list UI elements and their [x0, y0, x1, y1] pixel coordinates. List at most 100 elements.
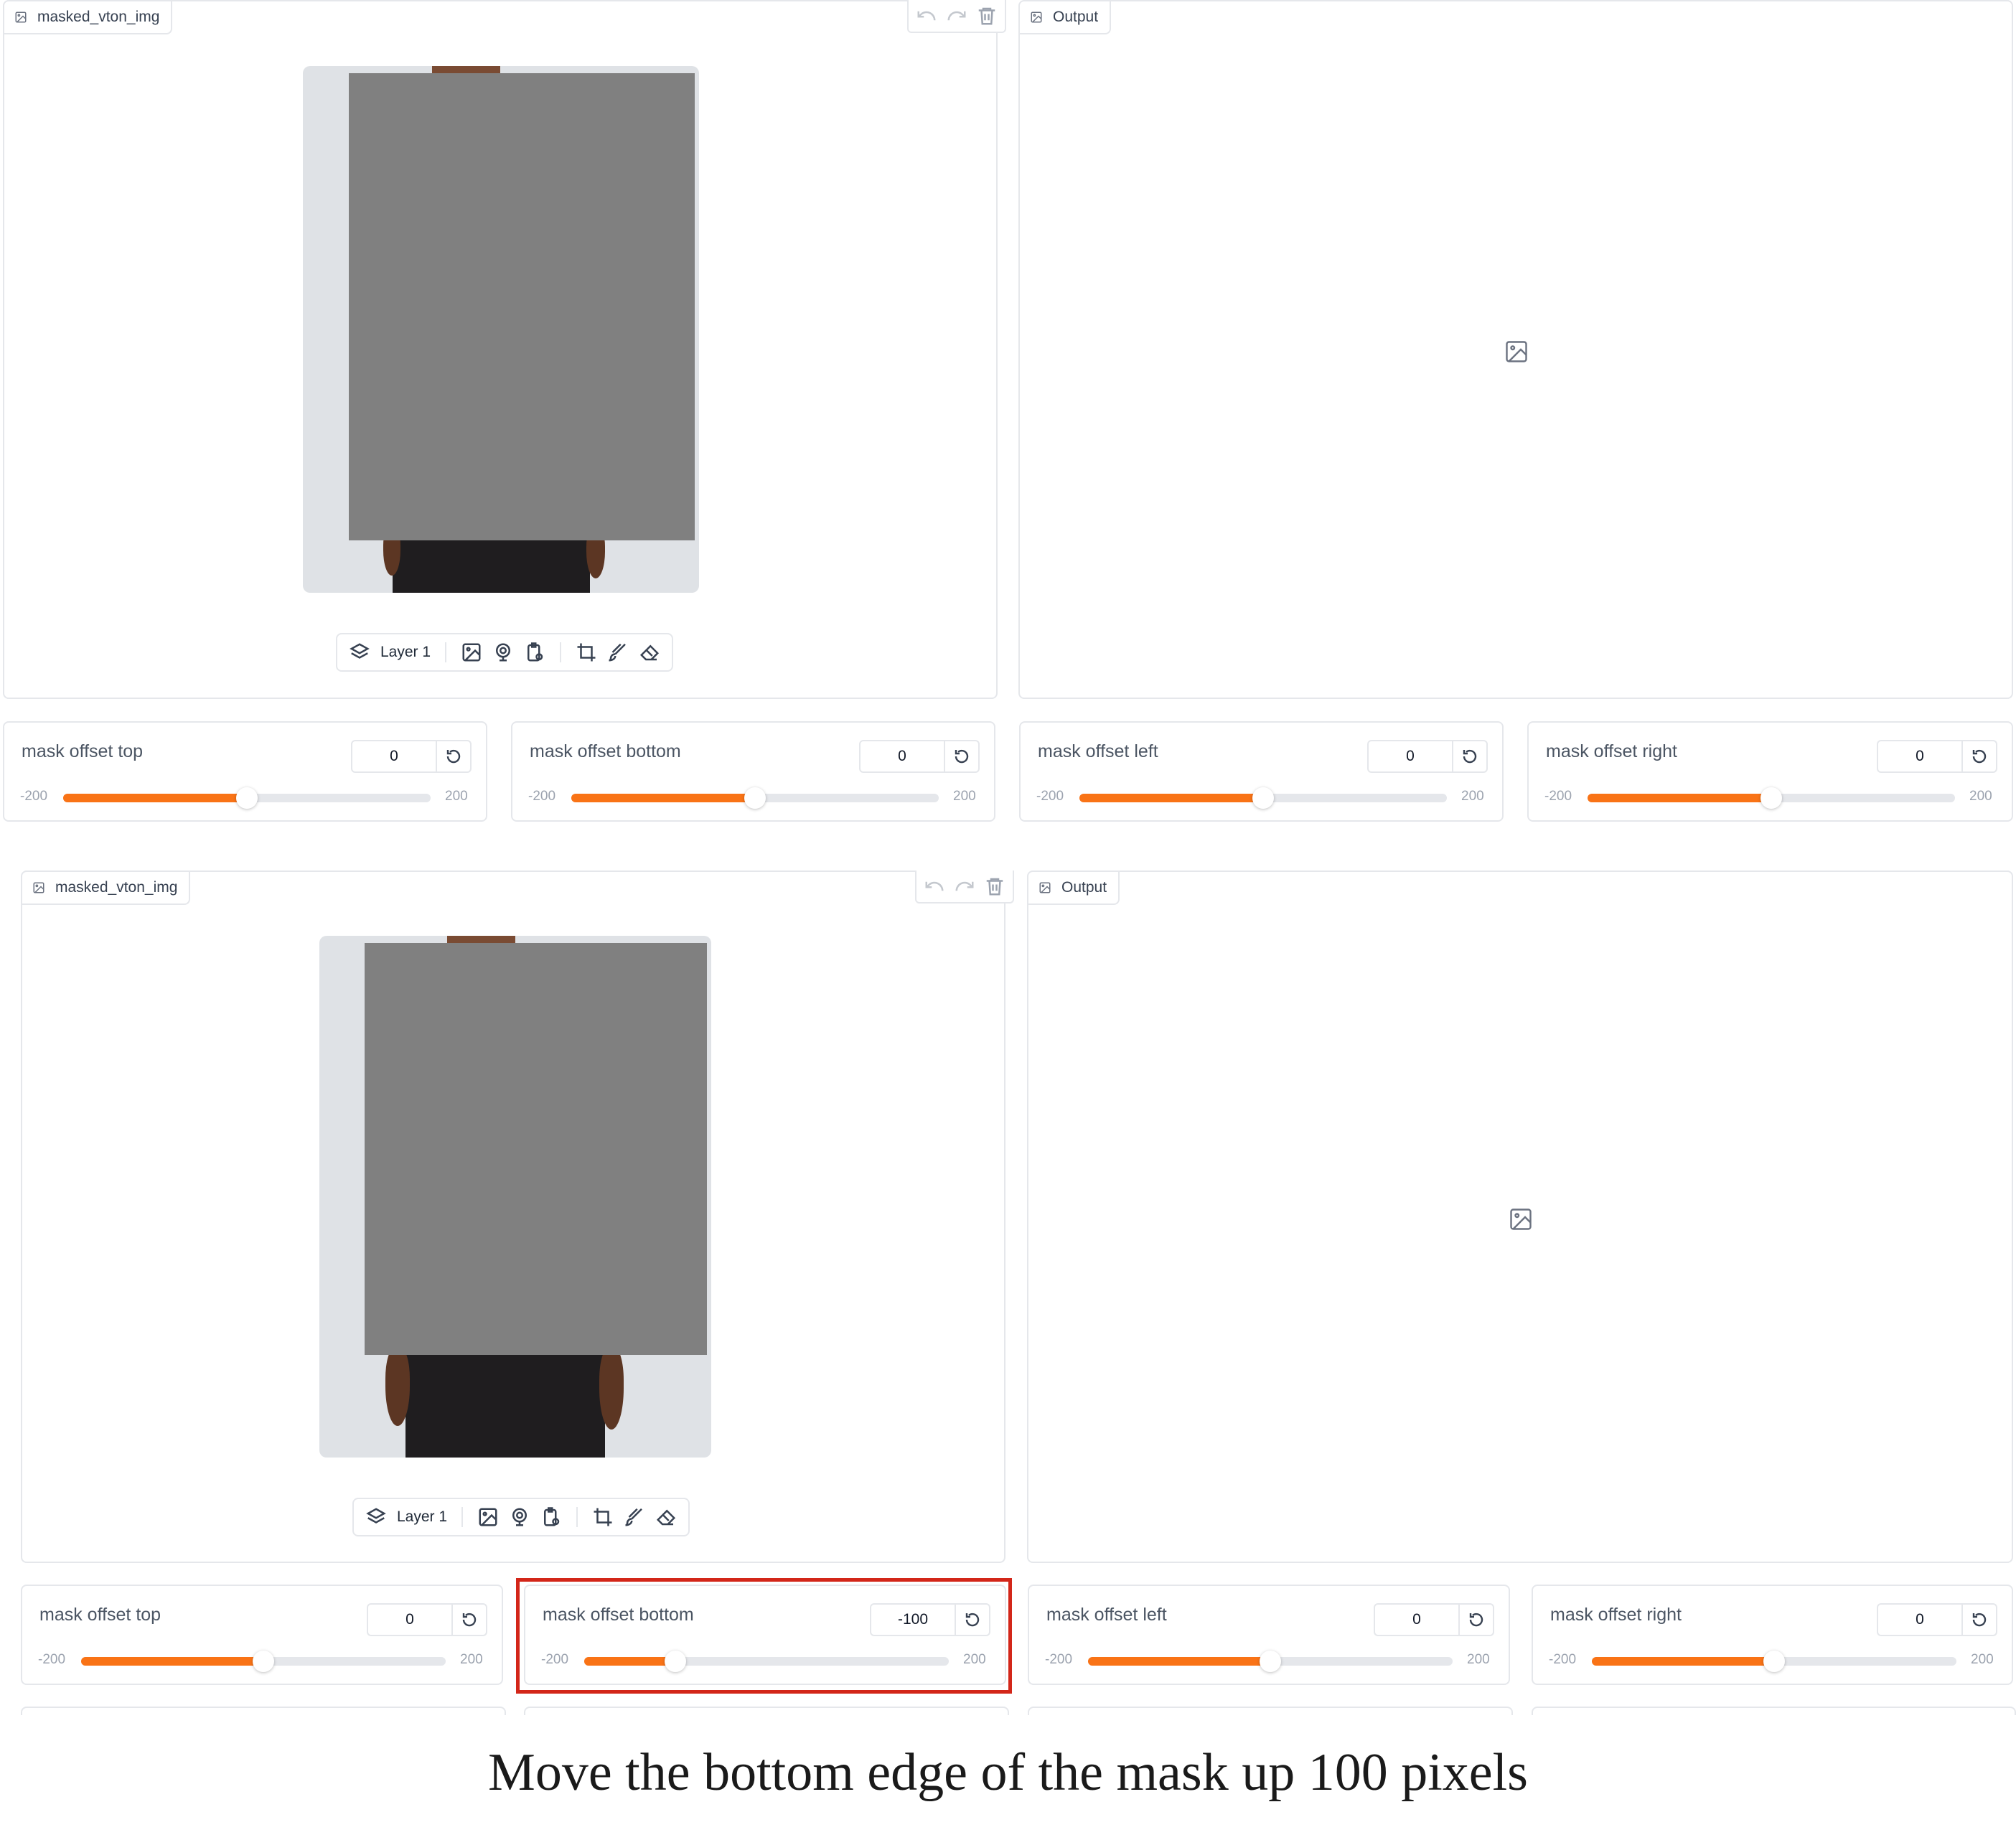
reset-button[interactable]	[1961, 741, 1996, 771]
slider-min: -200	[1036, 789, 1064, 804]
slider-max: 200	[1467, 1652, 1490, 1667]
webcam-icon[interactable]	[492, 642, 514, 663]
slider-min: -200	[38, 1652, 66, 1667]
slider-number-input[interactable]	[1375, 1605, 1458, 1635]
slider-thumb[interactable]	[1260, 1651, 1281, 1672]
reset-button[interactable]	[1452, 741, 1486, 771]
output-image: Output	[1018, 0, 2013, 699]
input-image-canvas[interactable]	[303, 66, 699, 593]
slider-label: mask offset bottom	[530, 741, 681, 761]
slider-number-input[interactable]	[368, 1605, 451, 1635]
slider-thumb[interactable]	[253, 1651, 274, 1672]
trash-icon[interactable]	[976, 5, 998, 27]
eraser-icon[interactable]	[639, 642, 660, 663]
layer-label[interactable]: Layer 1	[397, 1508, 447, 1526]
slider-mask-offset-right: mask offset right -200 200	[1532, 1585, 2013, 1685]
slider-thumb[interactable]	[1252, 787, 1274, 809]
layers-icon[interactable]	[349, 642, 370, 663]
highlight-box	[516, 1578, 1012, 1694]
slider-mask-offset-top: mask offset top -200 200	[3, 721, 487, 822]
slider-track[interactable]	[1088, 1651, 1453, 1672]
slider-track[interactable]	[1079, 787, 1447, 809]
input-image-editor: masked_vton_img Layer 1	[21, 870, 1014, 1563]
slider-mask-offset-left: mask offset left -200 200	[1019, 721, 1504, 822]
trash-icon[interactable]	[984, 876, 1005, 897]
caption: Move the bottom edge of the mask up 100 …	[488, 1743, 1528, 1802]
input-image-canvas[interactable]	[319, 936, 711, 1458]
reset-icon	[1972, 749, 1987, 764]
reset-button[interactable]	[451, 1605, 486, 1635]
slider-mask-offset-bottom: mask offset bottom -200 200	[511, 721, 995, 822]
crop-icon[interactable]	[576, 642, 597, 663]
reset-button[interactable]	[436, 741, 470, 771]
input-image-label: masked_vton_img	[55, 879, 178, 896]
slider-track[interactable]	[571, 787, 939, 809]
slider-number-input[interactable]	[861, 741, 944, 771]
history-toolbar	[915, 870, 1014, 904]
image-icon	[1039, 882, 1051, 893]
slider-label: mask offset left	[1046, 1605, 1167, 1625]
reset-button[interactable]	[1961, 1605, 1996, 1635]
clipboard-icon[interactable]	[540, 1506, 562, 1528]
slider-number-input[interactable]	[352, 741, 436, 771]
reset-icon	[462, 1613, 477, 1627]
slider-mask-offset-right: mask offset right -200 200	[1527, 721, 2013, 822]
slider-thumb[interactable]	[1763, 1651, 1785, 1672]
slider-thumb[interactable]	[744, 787, 766, 809]
slider-label: mask offset right	[1546, 741, 1677, 761]
reset-icon	[446, 749, 461, 764]
slider-track[interactable]	[81, 1651, 446, 1672]
output-label: Output	[1053, 9, 1099, 25]
slider-track[interactable]	[63, 787, 431, 809]
slider-max: 200	[1971, 1652, 1994, 1667]
redo-icon[interactable]	[946, 5, 967, 27]
slider-number-field	[367, 1603, 487, 1636]
clipboard-icon[interactable]	[524, 642, 545, 663]
slider-min: -200	[528, 789, 556, 804]
brush-icon[interactable]	[607, 642, 629, 663]
reset-icon	[1463, 749, 1477, 764]
slider-number-field	[351, 740, 472, 773]
reset-icon	[1469, 1613, 1483, 1627]
slider-max: 200	[1461, 789, 1484, 804]
redo-icon[interactable]	[954, 876, 975, 897]
input-image-label-tag: masked_vton_img	[4, 1, 173, 34]
slider-number-input[interactable]	[1369, 741, 1452, 771]
slider-number-field	[1877, 1603, 1997, 1636]
eraser-icon[interactable]	[655, 1506, 677, 1528]
reset-button[interactable]	[1458, 1605, 1493, 1635]
reset-button[interactable]	[944, 741, 978, 771]
layer-label[interactable]: Layer 1	[380, 644, 431, 661]
slider-min: -200	[1549, 1652, 1577, 1667]
image-icon	[1031, 11, 1042, 23]
upload-image-icon[interactable]	[461, 642, 482, 663]
slider-track[interactable]	[1588, 787, 1955, 809]
crop-icon[interactable]	[592, 1506, 614, 1528]
slider-thumb[interactable]	[1761, 787, 1782, 809]
webcam-icon[interactable]	[509, 1506, 530, 1528]
upload-image-icon[interactable]	[477, 1506, 499, 1528]
slider-label: mask offset top	[22, 741, 144, 761]
slider-mask-offset-left: mask offset left -200 200	[1028, 1585, 1510, 1685]
slider-track[interactable]	[1592, 1651, 1956, 1672]
mask-overlay	[349, 73, 695, 540]
slider-thumb[interactable]	[236, 787, 258, 809]
undo-icon[interactable]	[924, 876, 945, 897]
reset-icon	[955, 749, 969, 764]
slider-min: -200	[1544, 789, 1572, 804]
slider-mask-offset-top: mask offset top -200 200	[21, 1585, 503, 1685]
slider-max: 200	[1969, 789, 1992, 804]
undo-icon[interactable]	[916, 5, 937, 27]
slider-number-input[interactable]	[1878, 1605, 1961, 1635]
image-placeholder-icon	[1506, 341, 1527, 362]
layers-icon[interactable]	[365, 1506, 387, 1528]
input-image-label-tag: masked_vton_img	[22, 872, 191, 905]
output-label-tag: Output	[1028, 872, 1120, 905]
slider-number-input[interactable]	[1878, 741, 1961, 771]
slider-number-field	[1374, 1603, 1494, 1636]
reset-icon	[1972, 1613, 1987, 1627]
slider-min: -200	[1045, 1652, 1073, 1667]
brush-icon[interactable]	[624, 1506, 645, 1528]
image-icon	[33, 882, 44, 893]
slider-max: 200	[445, 789, 468, 804]
